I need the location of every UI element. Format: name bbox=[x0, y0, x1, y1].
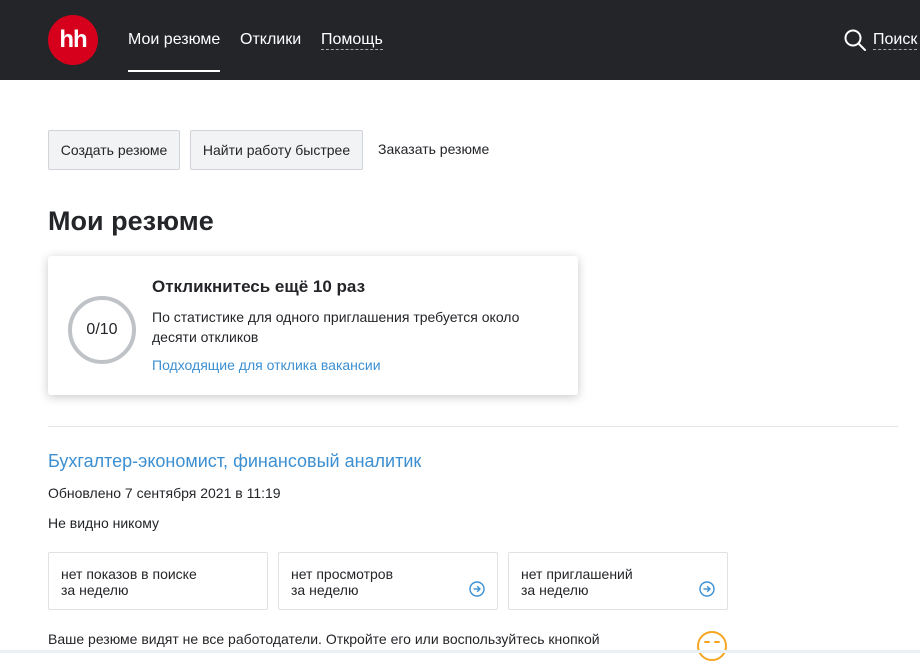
visibility-hint-text: Ваше резюме видят не все работодатели. О… bbox=[48, 631, 600, 647]
suitable-vacancies-link[interactable]: Подходящие для отклика вакансии bbox=[152, 357, 381, 373]
neutral-face-icon bbox=[697, 631, 727, 661]
section-divider bbox=[48, 426, 898, 427]
stat-search-impressions: нет показов в поиске за неделю bbox=[48, 552, 268, 610]
stat-label: нет просмотров bbox=[291, 566, 394, 582]
hh-logo[interactable]: hh bbox=[48, 15, 98, 65]
arrow-circle-icon[interactable] bbox=[699, 581, 715, 597]
stat-label: нет показов в поиске bbox=[61, 566, 197, 582]
card-title: Откликнитесь ещё 10 раз bbox=[152, 277, 366, 296]
stat-period: за неделю bbox=[61, 582, 129, 598]
arrow-circle-icon[interactable] bbox=[469, 581, 485, 597]
resume-updated-date: Обновлено 7 сентября 2021 в 11:19 bbox=[48, 485, 281, 501]
create-resume-button[interactable]: Создать резюме bbox=[48, 130, 180, 170]
active-nav-indicator bbox=[128, 70, 220, 72]
stat-period: за неделю bbox=[521, 582, 589, 598]
resume-title-link[interactable]: Бухгалтер-экономист, финансовый аналитик bbox=[48, 451, 421, 472]
order-resume-link[interactable]: Заказать резюме bbox=[378, 141, 489, 157]
stat-views[interactable]: нет просмотров за неделю bbox=[278, 552, 498, 610]
page-title: Мои резюме bbox=[48, 206, 214, 236]
nav-help[interactable]: Помощь bbox=[321, 31, 383, 50]
nav-responses[interactable]: Отклики bbox=[240, 31, 301, 49]
progress-counter: 0/10 bbox=[86, 321, 118, 338]
search-icon[interactable] bbox=[844, 29, 866, 51]
find-job-faster-button[interactable]: Найти работу быстрее bbox=[190, 130, 363, 170]
stat-period: за неделю bbox=[291, 582, 359, 598]
stat-invitations[interactable]: нет приглашений за неделю bbox=[508, 552, 728, 610]
nav-my-resumes[interactable]: Мои резюме bbox=[128, 31, 220, 49]
search-link[interactable]: Поиск bbox=[873, 31, 918, 50]
resume-visibility-status: Не видно никому bbox=[48, 515, 160, 531]
response-progress-card: 0/10 Откликнитесь ещё 10 раз По статисти… bbox=[48, 256, 578, 395]
card-description: По статистике для одного приглашения тре… bbox=[152, 309, 520, 345]
top-navigation-bar: hh Мои резюме Отклики Помощь Поиск bbox=[0, 0, 920, 80]
response-progress-ring: 0/10 bbox=[68, 296, 136, 364]
stat-label: нет приглашений bbox=[521, 566, 633, 582]
